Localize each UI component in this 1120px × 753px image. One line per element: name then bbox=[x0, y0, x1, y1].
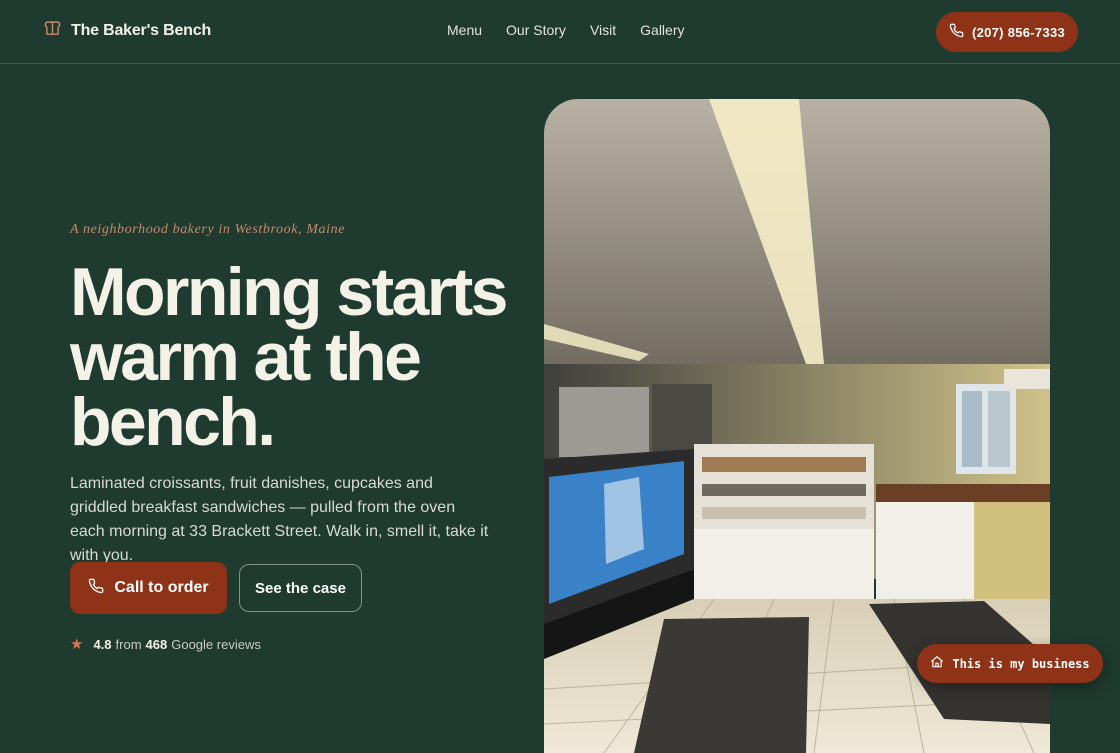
hero-headline: Morning starts warm at the bench. bbox=[70, 254, 508, 460]
storefront-icon bbox=[930, 655, 944, 672]
rating-from: from bbox=[115, 636, 142, 652]
hero-eyebrow: A neighborhood bakery in Westbrook, Main… bbox=[70, 222, 346, 237]
nav-link-gallery[interactable]: Gallery bbox=[640, 22, 684, 38]
review-count: 468 bbox=[145, 636, 168, 652]
star-icon: ★ bbox=[70, 636, 84, 653]
phone-icon bbox=[949, 23, 964, 41]
phone-button[interactable]: (207) 856-7333 bbox=[936, 12, 1078, 52]
brand-name: The Baker's Bench bbox=[71, 22, 212, 39]
top-nav: The Baker's Bench Menu Our Story Visit G… bbox=[0, 0, 1120, 64]
call-to-order-label: Call to order bbox=[114, 579, 209, 596]
phone-number: (207) 856-7333 bbox=[971, 24, 1066, 40]
bread-icon bbox=[44, 20, 61, 42]
claim-business-button[interactable]: This is my business bbox=[917, 644, 1103, 683]
claim-business-label: This is my business bbox=[952, 656, 1090, 671]
rating-score: 4.8 bbox=[93, 636, 112, 652]
nav-link-visit[interactable]: Visit bbox=[590, 22, 616, 38]
brand[interactable]: The Baker's Bench bbox=[44, 20, 211, 42]
rating-suffix: Google reviews bbox=[171, 636, 261, 652]
phone-icon bbox=[88, 578, 104, 599]
hero-description: Laminated croissants, fruit danishes, cu… bbox=[70, 475, 489, 564]
see-the-case-button[interactable]: See the case bbox=[239, 564, 362, 612]
call-to-order-button[interactable]: Call to order bbox=[70, 562, 227, 614]
review-rating: ★ 4.8 from 468 Google reviews bbox=[70, 635, 261, 653]
nav-link-menu[interactable]: Menu bbox=[447, 22, 482, 38]
nav-links: Menu Our Story Visit Gallery bbox=[447, 22, 685, 38]
see-the-case-label: See the case bbox=[255, 579, 346, 597]
nav-link-our-story[interactable]: Our Story bbox=[506, 22, 566, 38]
